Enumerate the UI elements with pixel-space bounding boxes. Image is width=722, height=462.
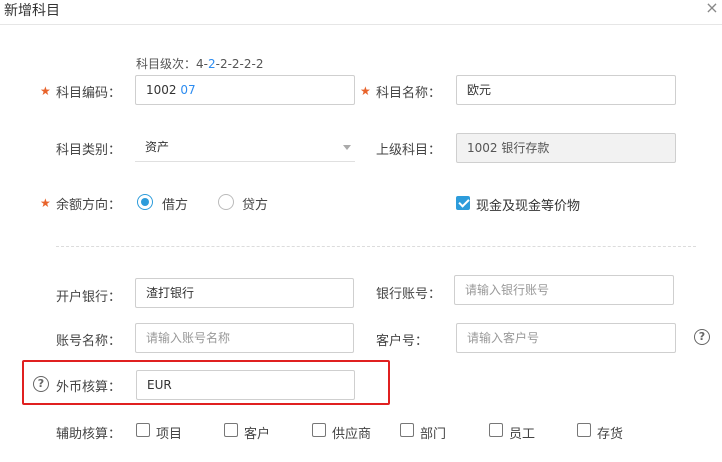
aux-supplier-checkbox[interactable] (312, 423, 326, 437)
bank-account-input[interactable]: 请输入银行账号 (454, 275, 674, 305)
level-hint-highlight: 2 (207, 57, 216, 71)
credit-radio[interactable] (218, 194, 234, 210)
aux-employee-checkbox[interactable] (489, 423, 503, 437)
bank-input[interactable]: 渣打银行 (135, 278, 354, 308)
required-star-icon: ★ (40, 196, 51, 210)
debit-radio[interactable] (137, 194, 153, 210)
aux-inventory-checkbox[interactable] (577, 423, 591, 437)
aux-employee-label: 员工 (509, 427, 536, 442)
code-value-suffix: 07 (180, 83, 196, 97)
code-label: 科目编码： (56, 86, 122, 101)
code-input[interactable]: 1002 07 (135, 75, 355, 105)
auxiliary-label: 辅助核算： (56, 427, 122, 442)
parent-label: 上级科目： (376, 143, 442, 158)
level-hint: 科目级次：4-2-2-2-2-2 (136, 55, 263, 72)
aux-inventory-label: 存货 (597, 427, 624, 442)
help-icon[interactable]: ? (694, 329, 710, 345)
aux-project-label: 项目 (156, 427, 183, 442)
account-name-label: 账号名称： (56, 334, 122, 349)
aux-supplier-label: 供应商 (332, 427, 372, 442)
credit-label: 贷方 (242, 198, 269, 213)
customer-no-label: 客户号： (376, 334, 429, 349)
aux-department-label: 部门 (420, 427, 447, 442)
bank-label: 开户银行： (56, 290, 122, 305)
required-star-icon: ★ (40, 84, 51, 98)
parent-input: 1002 银行存款 (456, 133, 676, 163)
aux-department-checkbox[interactable] (400, 423, 414, 437)
code-value-prefix: 1002 (146, 83, 177, 97)
section-divider (56, 246, 696, 247)
aux-customer-label: 客户 (244, 427, 271, 442)
close-icon[interactable]: × (703, 0, 721, 17)
category-value: 资产 (145, 140, 170, 154)
bank-account-label: 银行账号： (376, 287, 442, 302)
header-divider (0, 24, 722, 25)
cash-equivalent-label: 现金及现金等价物 (476, 199, 581, 214)
aux-customer-checkbox[interactable] (224, 423, 238, 437)
cash-equivalent-checkbox[interactable] (456, 196, 470, 210)
account-name-input[interactable]: 请输入账号名称 (135, 323, 354, 353)
customer-no-input[interactable]: 请输入客户号 (456, 323, 676, 353)
help-icon[interactable]: ? (33, 376, 49, 392)
required-star-icon: ★ (360, 84, 371, 98)
foreign-currency-label: 外币核算： (56, 380, 122, 395)
category-label: 科目类别： (56, 143, 122, 158)
balance-direction-label: 余额方向： (56, 198, 122, 213)
category-select[interactable]: 资产 (135, 132, 355, 162)
level-hint-prefix: 科目级次：4- (136, 57, 208, 71)
dialog-title: 新增科目 (4, 3, 60, 19)
caret-down-icon (343, 145, 351, 150)
aux-project-checkbox[interactable] (136, 423, 150, 437)
level-hint-suffix: -2-2-2-2 (215, 57, 264, 71)
debit-label: 借方 (162, 198, 189, 213)
name-input[interactable]: 欧元 (456, 75, 676, 105)
foreign-currency-input[interactable]: EUR (136, 370, 355, 400)
name-label: 科目名称： (376, 86, 442, 101)
